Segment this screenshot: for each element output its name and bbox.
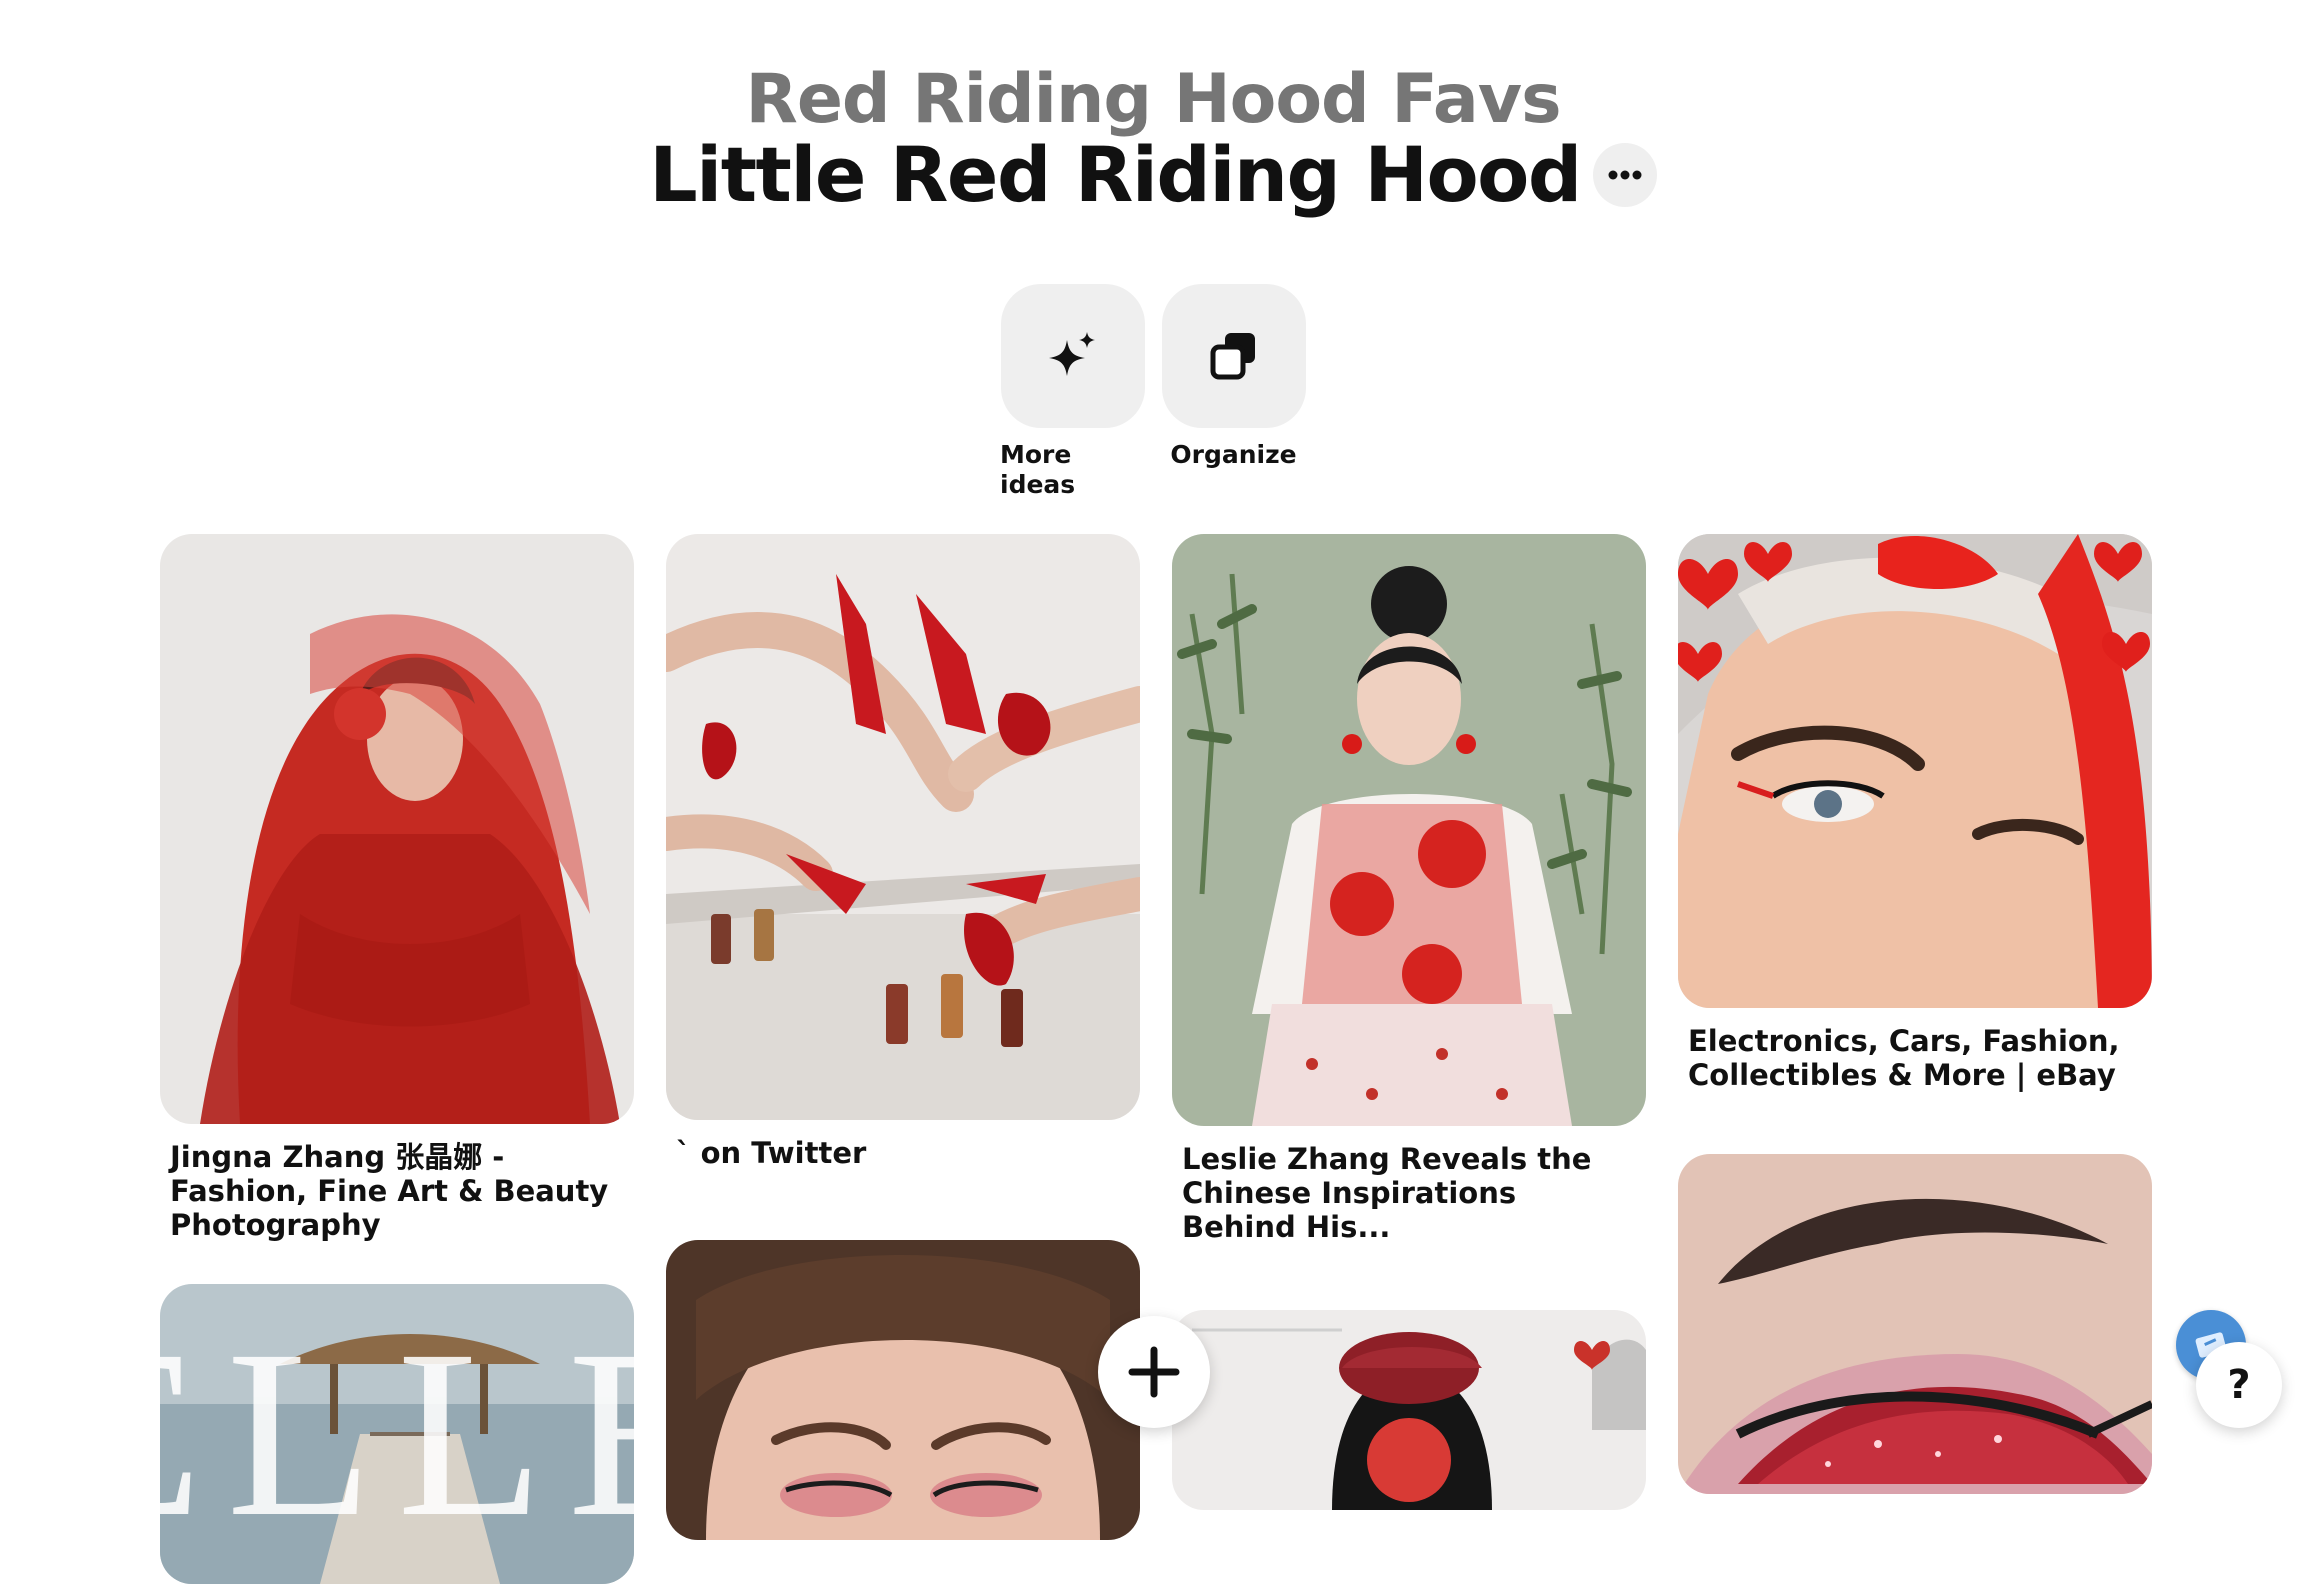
more-ideas-button[interactable] (1000, 284, 1145, 428)
board-more-button[interactable] (1592, 143, 1657, 207)
organize-icon (1210, 333, 1255, 380)
pin-card[interactable] (666, 1240, 1140, 1540)
board-parent-name[interactable]: Red Riding Hood Favs (0, 60, 2306, 140)
pin-image[interactable] (1678, 534, 2152, 1008)
board-title-row: Little Red Riding Hood (0, 130, 2306, 220)
more-horizontal-icon (1608, 170, 1642, 180)
pin-card[interactable]: ` on Twitter (666, 534, 1140, 1170)
pin-card[interactable] (1678, 1154, 2152, 1494)
organize-label: Organize (1170, 440, 1297, 469)
organize-action[interactable]: Organize (1161, 284, 1306, 500)
pin-image[interactable] (160, 534, 634, 1124)
more-ideas-action[interactable]: More ideas (1000, 284, 1145, 500)
board-actions: More ideas Organize (1000, 284, 1306, 500)
sparkle-icon (1048, 332, 1095, 376)
pin-card[interactable]: ELLE (160, 1284, 634, 1584)
pin-title[interactable]: ` on Twitter (666, 1120, 1140, 1170)
plus-icon (1128, 1346, 1180, 1398)
pin-image[interactable]: ELLE (160, 1284, 634, 1584)
pin-card[interactable] (1172, 1310, 1646, 1510)
pin-title[interactable]: Jingna Zhang 张晶娜 - Fashion, Fine Art & B… (160, 1124, 634, 1242)
pin-card[interactable]: Leslie Zhang Reveals the Chinese Inspira… (1172, 534, 1646, 1244)
pin-image[interactable] (666, 1240, 1140, 1540)
help-button[interactable]: ? (2196, 1342, 2282, 1428)
pin-title[interactable]: Electronics, Cars, Fashion, Collectibles… (1678, 1008, 2152, 1092)
board-title: Little Red Riding Hood (649, 130, 1582, 219)
pin-card[interactable]: Electronics, Cars, Fashion, Collectibles… (1678, 534, 2152, 1092)
more-ideas-label: More ideas (1000, 440, 1076, 499)
magazine-logo: ELLE (160, 1300, 634, 1566)
add-pin-button[interactable] (1098, 1316, 1210, 1428)
pin-image[interactable] (1172, 534, 1646, 1126)
pin-image[interactable] (1678, 1154, 2152, 1494)
pin-card[interactable]: Jingna Zhang 张晶娜 - Fashion, Fine Art & B… (160, 534, 634, 1242)
help-icon: ? (2227, 1362, 2251, 1408)
pin-image[interactable] (1172, 1310, 1646, 1510)
pin-title[interactable]: Leslie Zhang Reveals the Chinese Inspira… (1172, 1126, 1646, 1244)
pin-image[interactable] (666, 534, 1140, 1120)
organize-button[interactable] (1161, 284, 1306, 428)
